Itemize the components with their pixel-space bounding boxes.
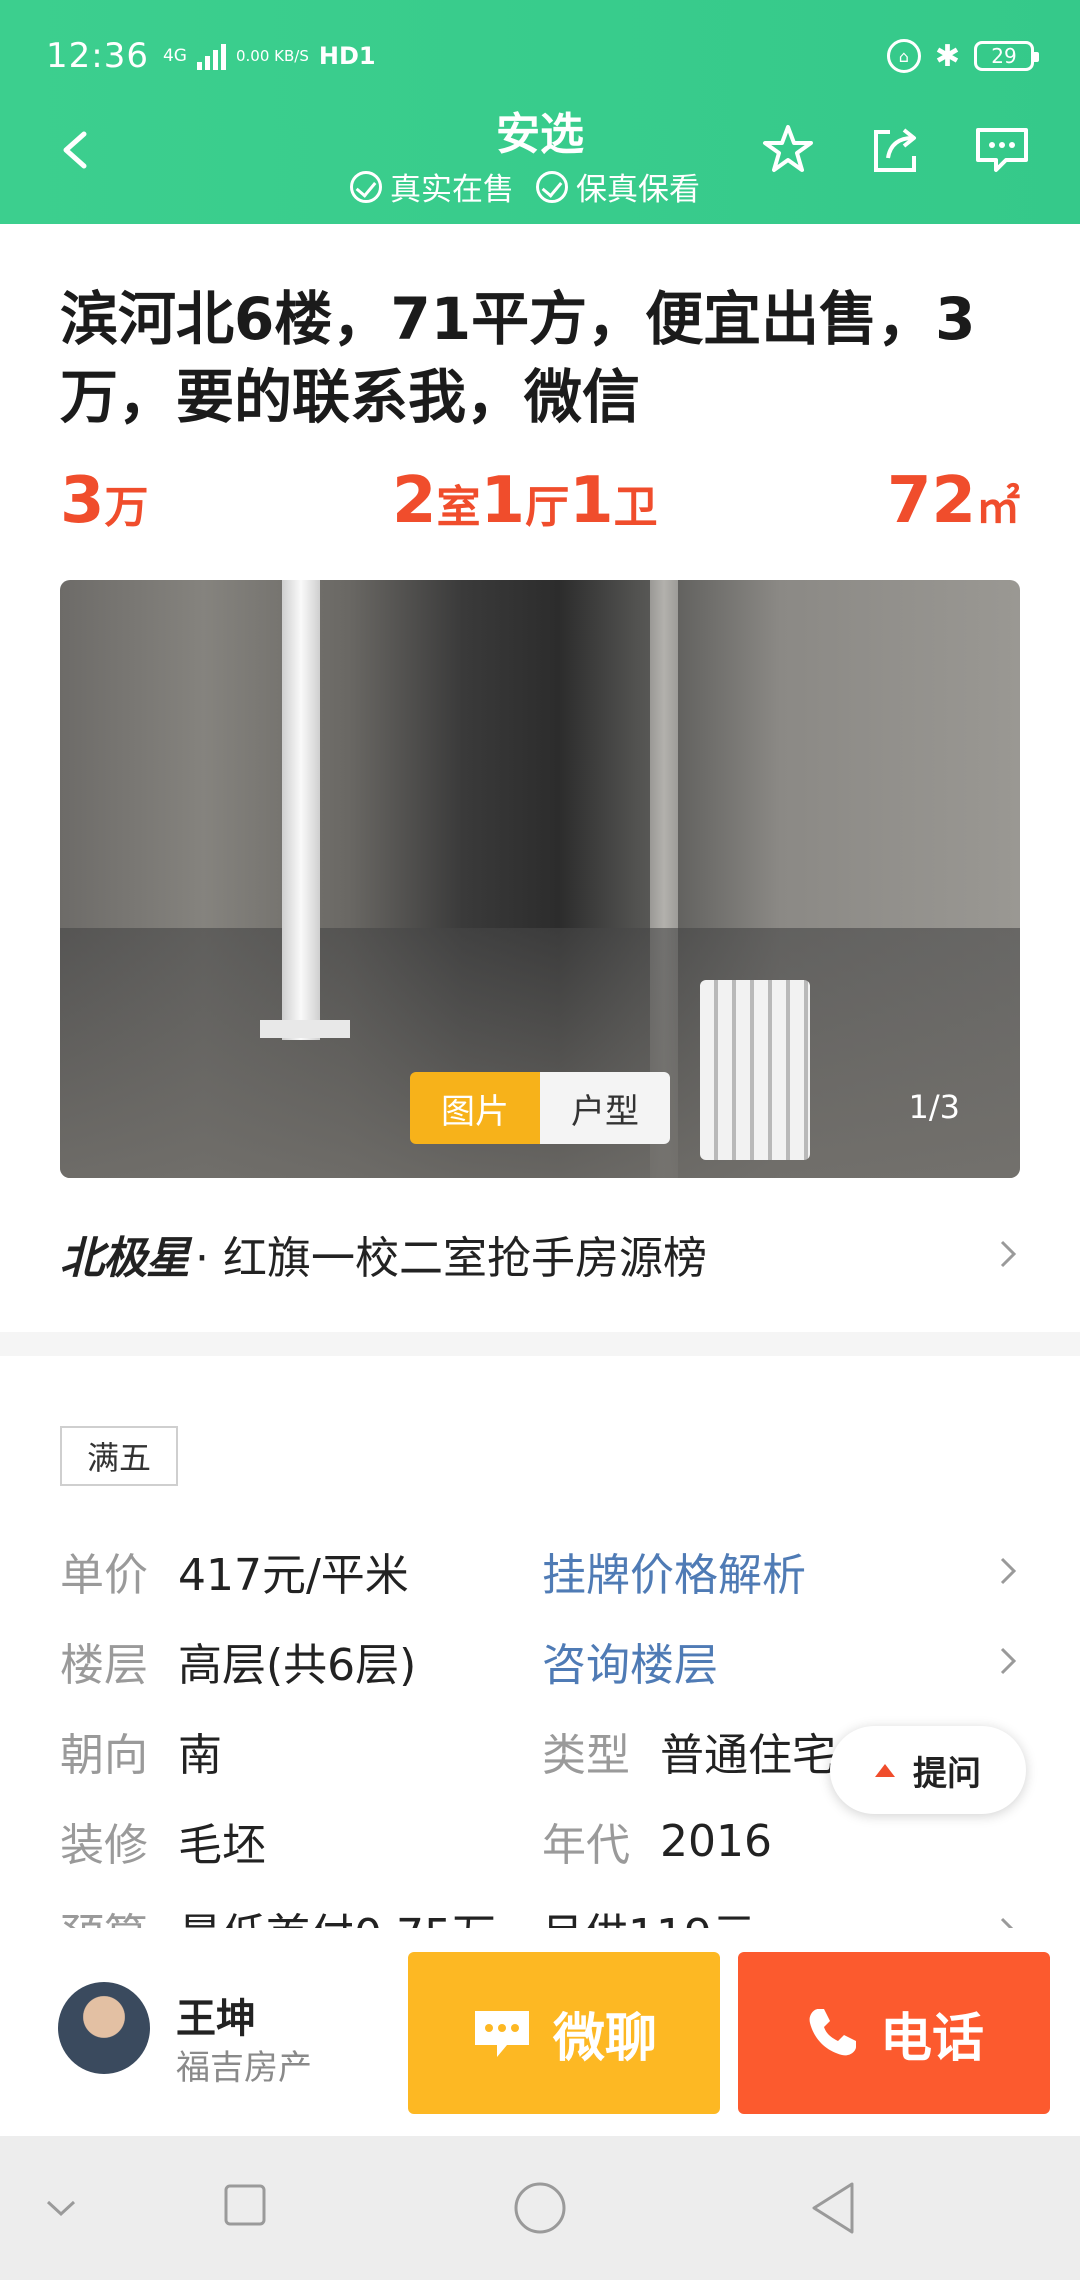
budget-label: 预算: [60, 1899, 178, 1928]
status-time: 12:36: [46, 36, 149, 76]
badge-label: 真实在售: [390, 172, 514, 208]
type-field: 类型 普通住宅: [542, 1719, 836, 1783]
type-value: 普通住宅: [660, 1730, 836, 1781]
chat-label: 微聊: [552, 2008, 657, 2069]
listing-photo[interactable]: 图片 户型 1/3: [60, 580, 1020, 1178]
tab-photos[interactable]: 图片: [410, 1072, 540, 1144]
trust-badges: 真实在售 保真保看: [350, 164, 700, 209]
price-stat: 3万: [60, 464, 149, 538]
ranking-link[interactable]: 北极星 · 红旗一校二室抢手房源榜: [60, 1224, 1020, 1284]
decoration-label: 装修: [60, 1820, 148, 1871]
status-bar: 12:36 4G 0.00 KB/S HD1 ⌂ ✱ 29: [46, 34, 1039, 78]
badge-guarantee: 保真保看: [536, 164, 700, 209]
photo-radiator: [700, 980, 810, 1160]
area-stat: 72㎡: [887, 464, 1020, 538]
unit-price-label: 单价: [60, 1550, 148, 1601]
tag-five-years: 满五: [60, 1426, 178, 1486]
photo-pipe: [282, 580, 320, 1040]
details-card: 满五 单价 417元/平米 挂牌价格解析 楼层 高层(共6层) 咨询楼层 朝向 …: [0, 1356, 1080, 1928]
ranking-text: · 红旗一校二室抢手房源榜: [195, 1233, 707, 1284]
hall-unit: 厅: [525, 482, 570, 533]
call-label: 电话: [879, 2008, 984, 2069]
floor-value: 高层(共6层): [178, 1640, 417, 1691]
year-label: 年代: [542, 1820, 630, 1871]
bath-count: 1: [569, 464, 614, 538]
home-icon[interactable]: [512, 2180, 568, 2236]
star-icon[interactable]: [760, 122, 816, 178]
detail-row-floor: 楼层 高层(共6层) 咨询楼层: [60, 1626, 1020, 1696]
listing-stats: 3万 2室1厅1卫 72㎡: [60, 464, 1020, 544]
arrow-up-icon: [875, 1763, 895, 1777]
agent-avatar[interactable]: [58, 1982, 150, 2074]
check-circle-icon: [350, 170, 382, 203]
chevron-right-icon[interactable]: [996, 1643, 1020, 1679]
detail-row-budget[interactable]: 预算 最低首付0.75万，月供119元: [60, 1896, 1020, 1928]
budget-value: 最低首付0.75万，月供119元: [178, 1899, 756, 1928]
lock-rotation-icon: ⌂: [886, 39, 921, 73]
year-field: 年代 2016: [542, 1809, 772, 1873]
status-network: 4G: [162, 46, 187, 66]
system-nav-bar: [0, 2136, 1080, 2280]
unit-price-value: 417元/平米: [178, 1550, 409, 1601]
badge-real-sale: 真实在售: [350, 164, 514, 209]
chevron-down-icon[interactable]: [44, 2194, 78, 2222]
ask-question-button[interactable]: 提问: [830, 1726, 1026, 1814]
chevron-right-icon[interactable]: [996, 1913, 1020, 1928]
room-count: 2: [392, 464, 437, 538]
consult-floor-link[interactable]: 咨询楼层: [542, 1629, 718, 1693]
status-speed: 0.00 KB/S: [235, 47, 309, 65]
recent-apps-icon[interactable]: [222, 2182, 268, 2228]
listing-title: 滨河北6楼，71平方，便宜出售，3万，要的联系我，微信: [60, 285, 976, 431]
chevron-right-icon: [1000, 1240, 1017, 1268]
photo-tabs: 图片 户型: [410, 1072, 670, 1144]
photo-counter: 1/3: [908, 1088, 961, 1126]
top-header: 12:36 4G 0.00 KB/S HD1 ⌂ ✱ 29 安选 真实在售 保真…: [0, 0, 1080, 224]
check-circle-icon: [536, 170, 568, 203]
battery-icon: 29: [974, 41, 1039, 71]
decoration-value: 毛坯: [178, 1820, 266, 1871]
contact-bar: 王坤 福吉房产 微聊 电话: [0, 1928, 1080, 2136]
area-unit: ㎡: [976, 482, 1020, 533]
chat-bubble-icon: [474, 2011, 529, 2057]
price-analysis-link[interactable]: 挂牌价格解析: [542, 1539, 806, 1603]
bath-unit: 卫: [613, 482, 658, 533]
year-value: 2016: [660, 1815, 772, 1867]
phone-icon: [809, 2009, 856, 2056]
orientation-value: 南: [178, 1730, 222, 1781]
battery-level: 29: [991, 44, 1017, 68]
back-triangle-icon[interactable]: [808, 2180, 858, 2236]
chat-button[interactable]: 微聊: [408, 1952, 720, 2114]
message-icon[interactable]: [974, 122, 1030, 178]
photo-pipe-joint: [260, 1020, 350, 1038]
signal-icon: [196, 42, 226, 70]
floor-label: 楼层: [60, 1640, 148, 1691]
agent-company: 福吉房产: [176, 2048, 312, 2088]
orientation-label: 朝向: [60, 1730, 148, 1781]
hall-count: 1: [480, 464, 526, 538]
bluetooth-icon: ✱: [934, 38, 960, 74]
tab-floorplan[interactable]: 户型: [540, 1072, 670, 1144]
type-label: 类型: [542, 1730, 630, 1781]
agent-name[interactable]: 王坤: [176, 1986, 256, 2044]
layout-stat: 2室1厅1卫: [392, 464, 658, 538]
area-number: 72: [886, 464, 976, 538]
listing-card: 滨河北6楼，71平方，便宜出售，3万，要的联系我，微信 3万 2室1厅1卫 72…: [0, 224, 1080, 1332]
detail-row-decoration: 装修 毛坯 年代 2016: [60, 1806, 1020, 1876]
price-unit: 万: [104, 482, 149, 533]
ask-label: 提问: [913, 1753, 981, 1794]
room-unit: 室: [436, 482, 481, 533]
badge-label: 保真保看: [576, 172, 700, 208]
chevron-right-icon[interactable]: [996, 1553, 1020, 1589]
status-hd: HD1: [318, 42, 376, 70]
call-button[interactable]: 电话: [738, 1952, 1050, 2114]
share-icon[interactable]: [868, 122, 924, 178]
detail-row-unit-price: 单价 417元/平米 挂牌价格解析: [60, 1536, 1020, 1606]
price-number: 3: [60, 464, 105, 538]
ranking-brand: 北极星: [60, 1233, 190, 1284]
